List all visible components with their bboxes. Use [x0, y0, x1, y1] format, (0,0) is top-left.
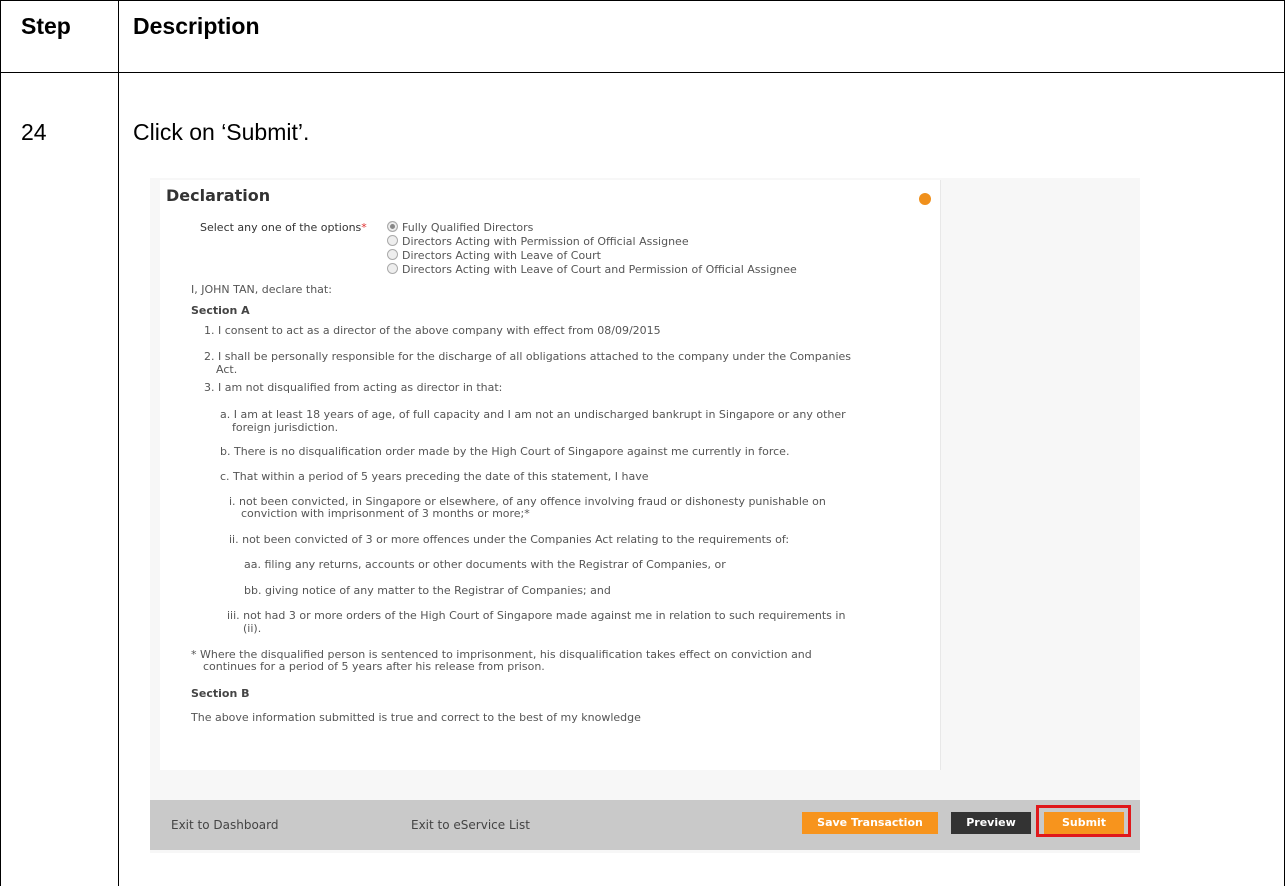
section-a-heading: Section A	[191, 304, 250, 317]
table-border-left	[0, 0, 1, 886]
declaration-item-3a-cont: foreign jurisdiction.	[232, 421, 339, 434]
declaration-item-aa: aa. filing any returns, accounts or othe…	[244, 558, 726, 571]
declaration-item-iii: iii. not had 3 or more orders of the Hig…	[227, 609, 846, 622]
footnote-cont: continues for a period of 5 years after …	[203, 660, 545, 673]
radio-icon[interactable]	[387, 235, 398, 246]
radio-option-leave-court[interactable]: Directors Acting with Leave of Court	[387, 249, 601, 262]
table-border-top	[0, 0, 1285, 1]
declaration-item-1: 1. I consent to act as a director of the…	[204, 324, 661, 337]
select-option-label: Select any one of the options*	[200, 221, 367, 234]
declaration-item-3b: b. There is no disqualification order ma…	[220, 445, 790, 458]
section-b-heading: Section B	[191, 687, 250, 700]
declaration-item-3a: a. I am at least 18 years of age, of ful…	[220, 408, 846, 421]
declaration-item-i-cont: conviction with imprisonment of 3 months…	[241, 507, 530, 520]
exit-eservice-link[interactable]: Exit to eService List	[411, 818, 530, 832]
save-transaction-button[interactable]: Save Transaction	[802, 812, 938, 834]
select-label-text: Select any one of the options	[200, 221, 362, 234]
radio-option-leave-court-oa[interactable]: Directors Acting with Leave of Court and…	[387, 263, 797, 276]
section-b-text: The above information submitted is true …	[191, 711, 641, 724]
radio-option-permission-oa[interactable]: Directors Acting with Permission of Offi…	[387, 235, 689, 248]
radio-label: Fully Qualified Directors	[402, 221, 534, 234]
radio-option-fully-qualified[interactable]: Fully Qualified Directors	[387, 221, 533, 234]
radio-selected-icon[interactable]	[387, 221, 398, 232]
declare-intro: I, JOHN TAN, declare that:	[191, 283, 332, 296]
radio-label: Directors Acting with Leave of Court and…	[402, 263, 797, 276]
exit-dashboard-link[interactable]: Exit to Dashboard	[171, 818, 279, 832]
radio-icon[interactable]	[387, 263, 398, 274]
declaration-item-bb: bb. giving notice of any matter to the R…	[244, 584, 611, 597]
radio-label: Directors Acting with Leave of Court	[402, 249, 601, 262]
declaration-item-2-cont: Act.	[216, 363, 238, 376]
step-instruction: Click on ‘Submit’.	[133, 119, 310, 145]
preview-button[interactable]: Preview	[951, 812, 1031, 834]
declaration-item-2: 2. I shall be personally responsible for…	[204, 350, 852, 363]
header-step: Step	[21, 13, 71, 39]
panel-title: Declaration	[166, 186, 271, 205]
declaration-item-iii-cont: (ii).	[243, 622, 262, 635]
declaration-item-3c: c. That within a period of 5 years prece…	[220, 470, 649, 483]
table-column-divider	[118, 0, 119, 886]
required-mark: *	[361, 221, 367, 234]
radio-label: Directors Acting with Permission of Offi…	[402, 235, 689, 248]
declaration-item-3: 3. I am not disqualified from acting as …	[204, 381, 503, 394]
submit-highlight-box	[1036, 805, 1131, 837]
radio-icon[interactable]	[387, 249, 398, 260]
help-icon[interactable]	[919, 193, 931, 205]
step-number: 24	[21, 119, 47, 145]
table-header-divider	[0, 72, 1285, 73]
header-description: Description	[133, 13, 260, 39]
declaration-item-ii: ii. not been convicted of 3 or more offe…	[229, 533, 790, 546]
